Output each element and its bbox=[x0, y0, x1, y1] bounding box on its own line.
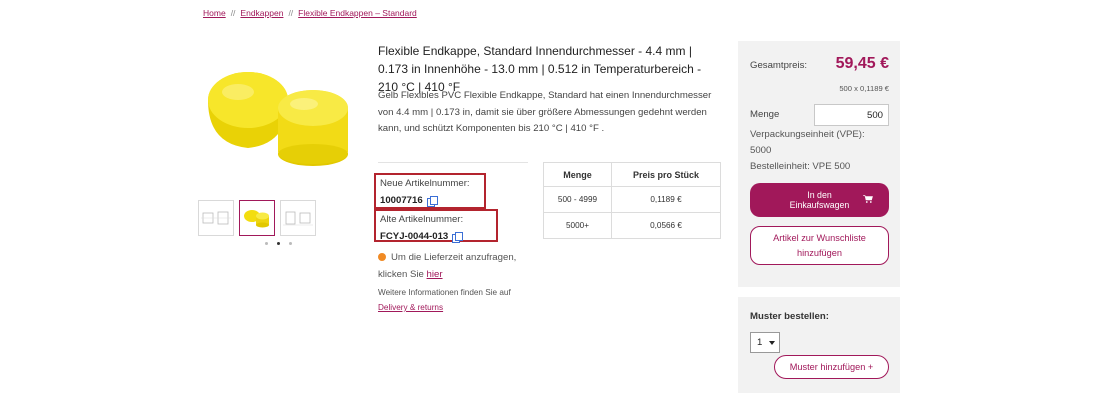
more-info: Weitere Informationen finden Sie auf Del… bbox=[378, 285, 511, 315]
copy-icon[interactable] bbox=[426, 196, 438, 207]
delivery-here-link[interactable]: hier bbox=[427, 269, 443, 280]
status-dot-icon bbox=[378, 253, 386, 261]
vpe-value: 5000 bbox=[750, 145, 772, 156]
carousel-dots bbox=[265, 242, 292, 245]
new-article-number-box: Neue Artikelnummer: 10007716 bbox=[374, 173, 486, 209]
more-info-text: Weitere Informationen finden Sie auf bbox=[378, 288, 511, 297]
sample-order-panel: Muster bestellen: 1 Muster hinzufügen + bbox=[738, 297, 900, 393]
old-article-number: FCYJ-0044-013 bbox=[380, 231, 449, 242]
purchase-panel: Gesamtpreis: 59,45 € 500 x 0,1189 € Meng… bbox=[738, 41, 900, 287]
chevron-down-icon bbox=[769, 341, 775, 345]
packaging-info: Verpackungseinheit (VPE): 5000 Bestellei… bbox=[750, 127, 895, 175]
carousel-dot[interactable] bbox=[289, 242, 292, 245]
add-to-wishlist-button[interactable]: Artikel zur Wunschliste hinzufügen bbox=[750, 226, 889, 265]
delivery-info: Um die Lieferzeit anzufragen, klicken Si… bbox=[378, 249, 538, 283]
technical-drawing-icon bbox=[283, 211, 313, 226]
quantity-label: Menge bbox=[750, 109, 780, 120]
add-to-cart-button[interactable]: In den Einkaufswagen bbox=[750, 183, 889, 217]
cell-price: 0,0566 € bbox=[611, 212, 721, 239]
product-main-image[interactable] bbox=[200, 56, 360, 174]
technical-drawing-icon bbox=[201, 211, 231, 225]
sample-quantity-select[interactable]: 1 bbox=[750, 332, 780, 353]
cart-icon bbox=[863, 195, 873, 203]
new-article-label: Neue Artikelnummer: bbox=[380, 178, 470, 189]
table-row: 5000+ 0,0566 € bbox=[543, 212, 721, 239]
yellow-caps-thumbnail-icon bbox=[244, 210, 269, 228]
thumbnail-product[interactable] bbox=[239, 200, 275, 236]
divider bbox=[378, 162, 528, 163]
yellow-end-caps-image bbox=[208, 72, 348, 166]
new-article-number: 10007716 bbox=[380, 195, 423, 206]
breadcrumb-separator: // bbox=[288, 8, 294, 18]
column-header-menge: Menge bbox=[543, 162, 612, 187]
cell-quantity: 5000+ bbox=[543, 212, 612, 239]
copy-icon[interactable] bbox=[452, 232, 464, 243]
breadcrumb-endkappen[interactable]: Endkappen bbox=[240, 8, 283, 18]
thumbnail-drawing-2[interactable] bbox=[280, 200, 316, 236]
old-article-label: Alte Artikelnummer: bbox=[380, 214, 464, 225]
add-sample-button[interactable]: Muster hinzufügen + bbox=[774, 355, 889, 379]
thumbnail-strip bbox=[198, 200, 316, 236]
new-article-number-row: 10007716 bbox=[380, 193, 438, 209]
sample-quantity-value: 1 bbox=[757, 337, 763, 348]
cell-price: 0,1189 € bbox=[611, 186, 721, 213]
total-price-value: 59,45 € bbox=[835, 55, 889, 72]
carousel-dot-active[interactable] bbox=[277, 242, 280, 245]
breadcrumb-flexible-endkappen[interactable]: Flexible Endkappen – Standard bbox=[298, 8, 417, 18]
delivery-returns-link[interactable]: Delivery & returns bbox=[378, 300, 511, 315]
delivery-text: Um die Lieferzeit anzufragen, klicken Si… bbox=[378, 252, 517, 280]
table-row: 500 - 4999 0,1189 € bbox=[543, 186, 721, 213]
breadcrumb-home[interactable]: Home bbox=[203, 8, 226, 18]
old-article-number-box: Alte Artikelnummer: FCYJ-0044-013 bbox=[374, 209, 498, 245]
price-table: Menge Preis pro Stück 500 - 4999 0,1189 … bbox=[543, 162, 721, 239]
thumbnail-drawing-1[interactable] bbox=[198, 200, 234, 236]
quantity-input[interactable] bbox=[814, 104, 889, 126]
add-to-cart-label: In den Einkaufswagen bbox=[789, 190, 850, 210]
sample-order-title: Muster bestellen: bbox=[750, 311, 829, 322]
breadcrumb: Home // Endkappen // Flexible Endkappen – St… bbox=[203, 8, 417, 18]
order-unit: Bestelleinheit: VPE 500 bbox=[750, 161, 851, 172]
column-header-preis: Preis pro Stück bbox=[611, 162, 721, 187]
price-table-header: Menge Preis pro Stück bbox=[543, 162, 721, 187]
product-description: Gelb Flexibles PVC Flexible Endkappe, St… bbox=[378, 90, 712, 134]
breadcrumb-separator: // bbox=[230, 8, 236, 18]
vpe-label: Verpackungseinheit (VPE): bbox=[750, 129, 865, 140]
carousel-dot[interactable] bbox=[265, 242, 268, 245]
cell-quantity: 500 - 4999 bbox=[543, 186, 612, 213]
old-article-number-row: FCYJ-0044-013 bbox=[380, 229, 464, 245]
total-price-label: Gesamtpreis: bbox=[750, 60, 808, 71]
total-price-breakdown: 500 x 0,1189 € bbox=[839, 84, 889, 93]
